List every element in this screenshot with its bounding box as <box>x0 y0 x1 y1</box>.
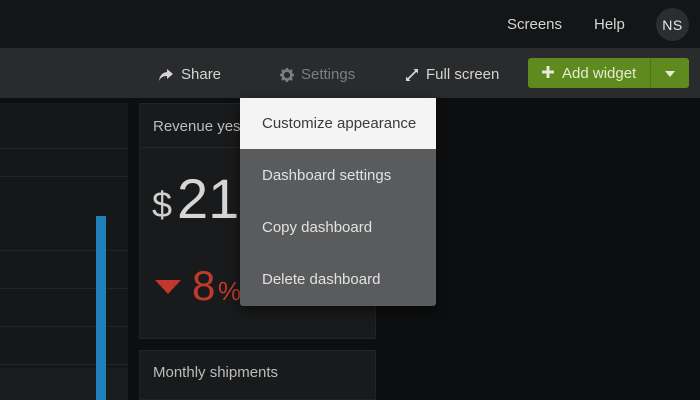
currency-symbol: $ <box>152 184 173 225</box>
add-widget-split-button: Add widget <box>528 58 689 88</box>
add-widget-label: Add widget <box>562 64 637 82</box>
gridline <box>0 326 128 327</box>
shipments-widget[interactable]: Monthly shipments <box>139 350 376 400</box>
caret-down-icon <box>665 64 675 82</box>
gridline <box>0 364 128 365</box>
fullscreen-button[interactable]: Full screen <box>405 66 499 83</box>
chart-footer <box>0 368 128 400</box>
bar-chart-widget[interactable] <box>0 103 128 400</box>
share-label: Share <box>181 66 222 83</box>
trend-down-icon <box>155 280 181 294</box>
share-button[interactable]: Share <box>158 66 221 83</box>
menu-item-dashboard-settings[interactable]: Dashboard settings <box>240 150 436 201</box>
add-widget-button[interactable]: Add widget <box>528 58 650 88</box>
share-arrow-icon <box>158 68 174 82</box>
expand-arrows-icon <box>405 68 419 82</box>
menu-item-delete-dashboard[interactable]: Delete dashboard <box>240 254 436 305</box>
revenue-widget-title: Revenue yest <box>153 118 245 135</box>
user-avatar[interactable]: NS <box>656 8 689 41</box>
gridline <box>0 250 128 251</box>
revenue-change-value: 8 <box>192 262 216 309</box>
chart-bar <box>96 216 106 400</box>
percent-sign: % <box>218 276 242 306</box>
menu-item-customize-appearance[interactable]: Customize appearance <box>240 98 436 149</box>
nav-link-help[interactable]: Help <box>594 16 625 33</box>
gridline <box>0 176 128 177</box>
nav-link-screens[interactable]: Screens <box>507 16 562 33</box>
settings-button[interactable]: Settings <box>280 66 355 83</box>
gridline <box>0 148 128 149</box>
gear-icon <box>280 67 294 82</box>
shipments-widget-title: Monthly shipments <box>153 364 279 381</box>
gridline <box>0 288 128 289</box>
settings-dropdown-menu: Customize appearance Dashboard settings … <box>240 98 436 306</box>
top-nav: Screens Help NS <box>0 0 700 48</box>
plus-icon <box>542 65 554 82</box>
revenue-amount: 21 <box>177 167 240 230</box>
menu-item-copy-dashboard[interactable]: Copy dashboard <box>240 202 436 253</box>
fullscreen-label: Full screen <box>426 66 500 83</box>
add-widget-dropdown-toggle[interactable] <box>651 58 689 88</box>
settings-label: Settings <box>301 66 356 83</box>
